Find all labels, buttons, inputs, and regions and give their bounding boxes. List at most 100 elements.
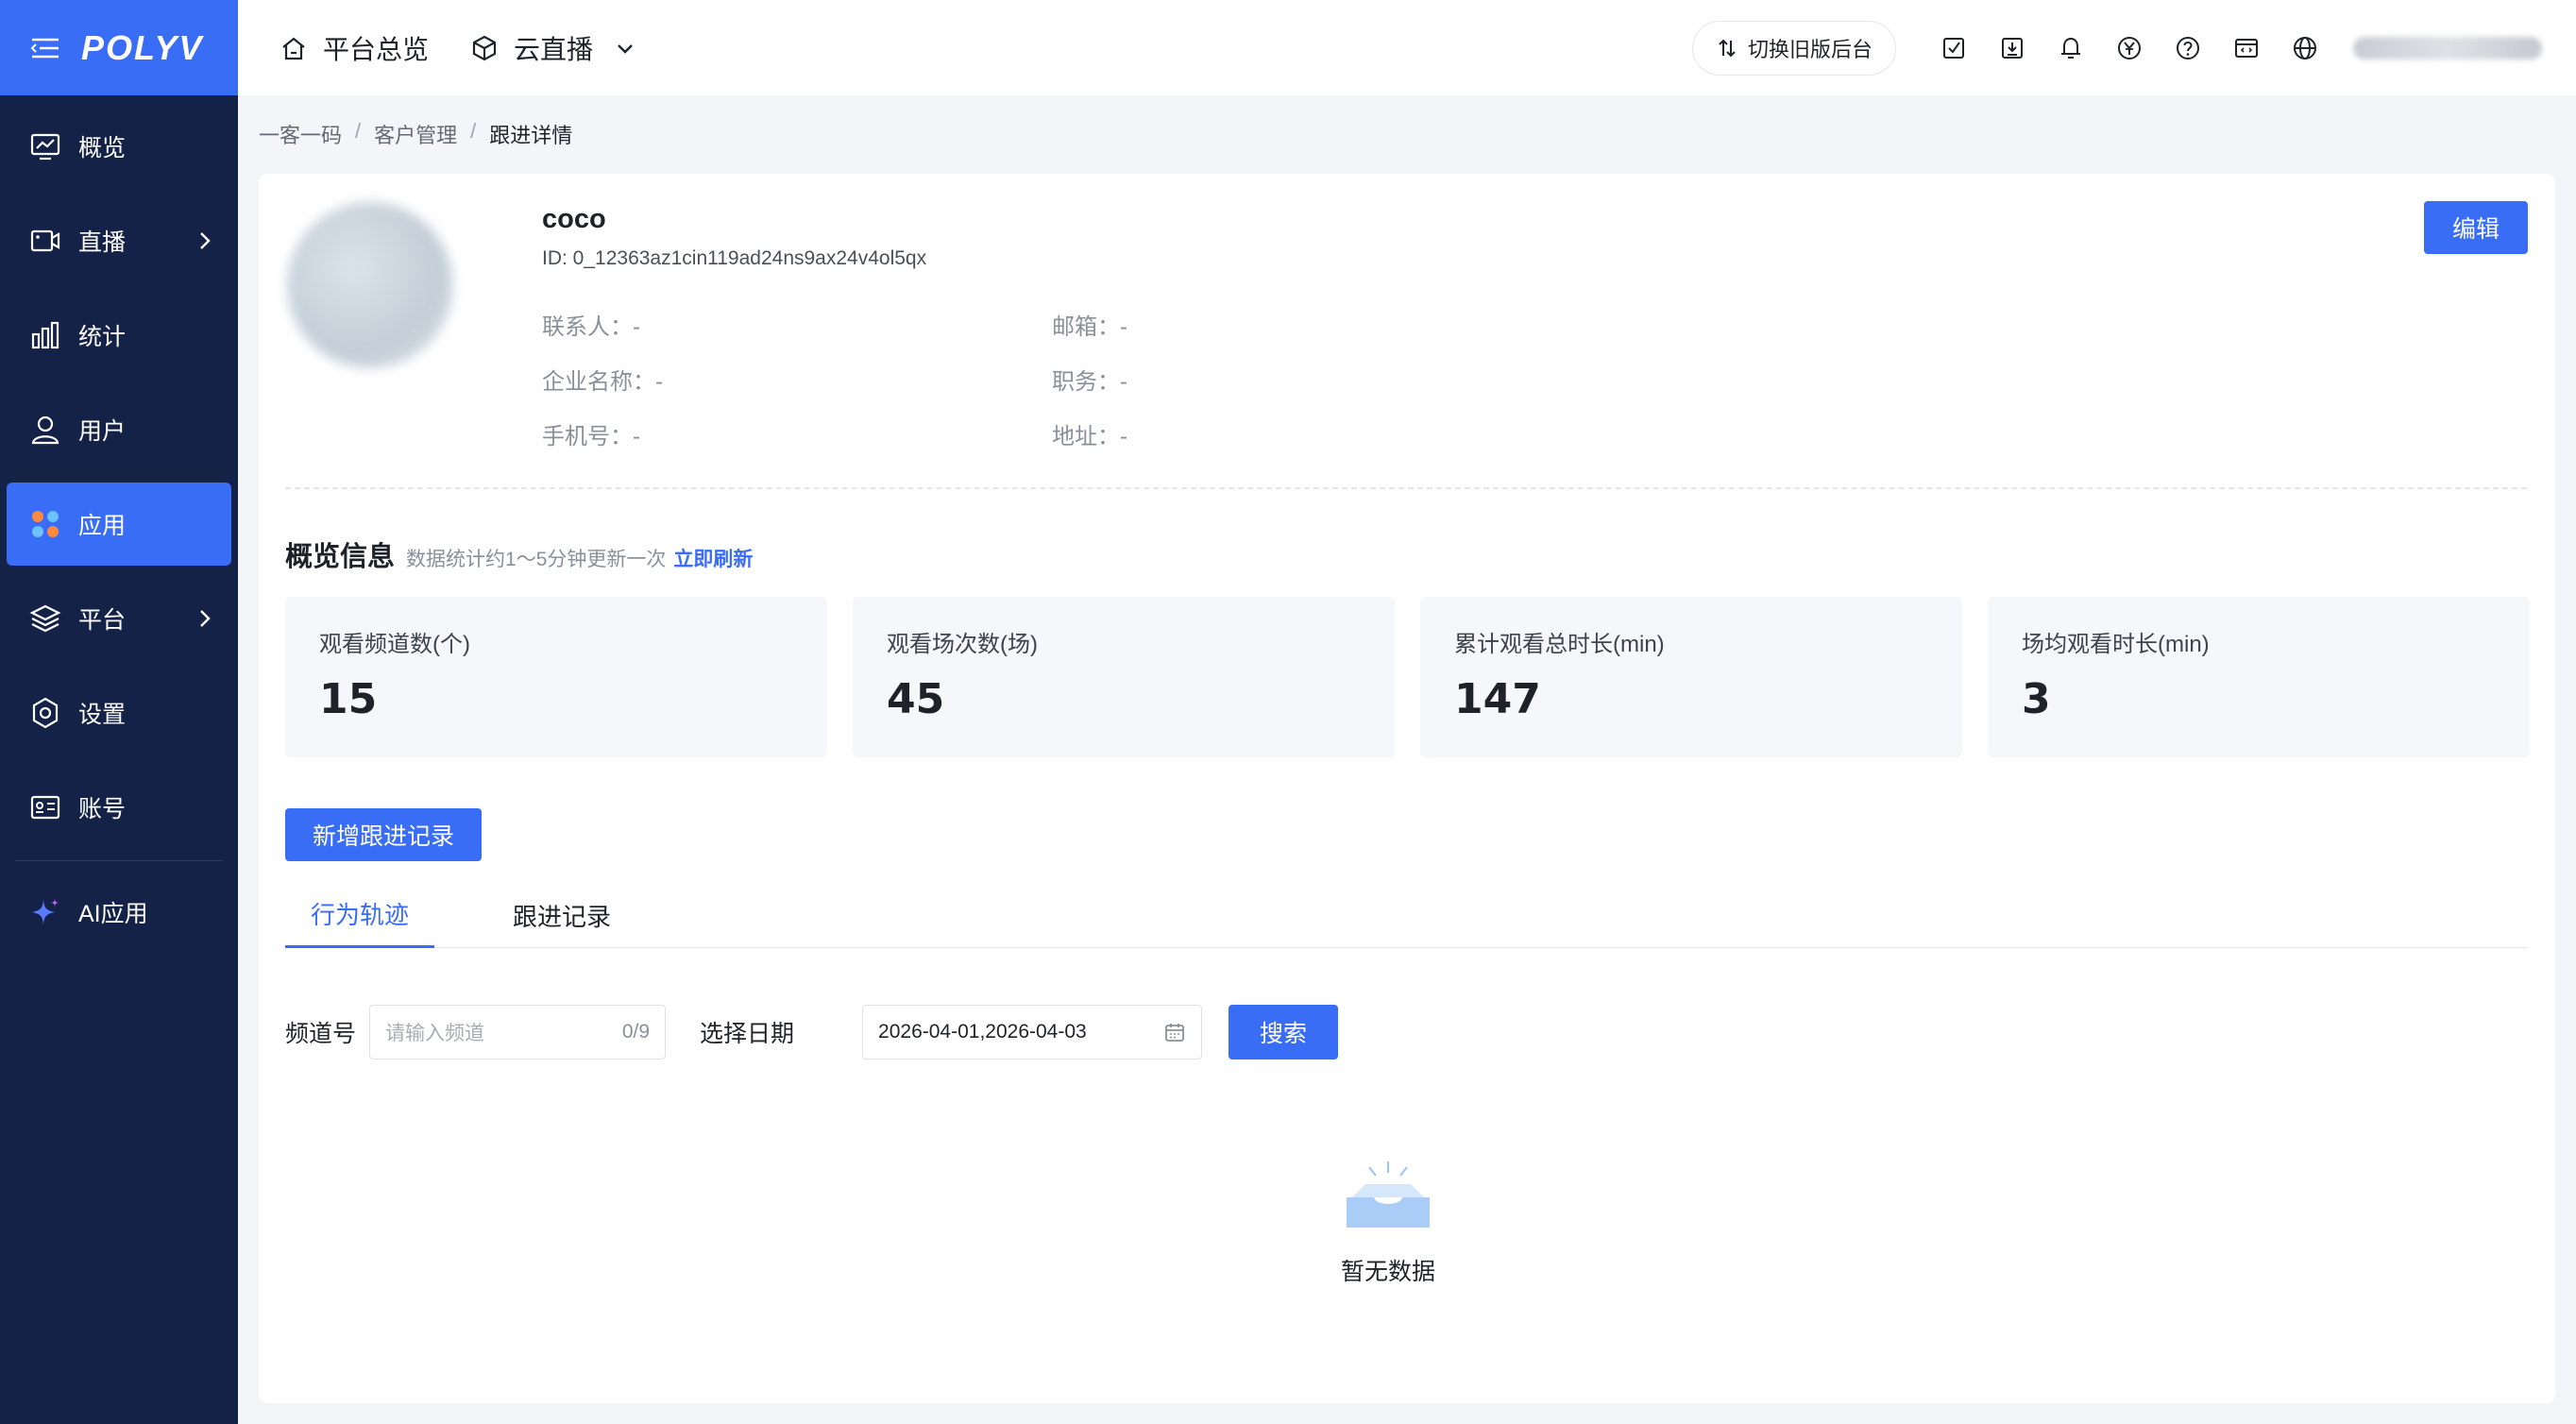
sidebar-item-users[interactable]: 用户 (7, 388, 231, 471)
download-icon[interactable] (1996, 32, 2028, 64)
chevron-right-icon (200, 610, 211, 627)
date-label: 选择日期 (700, 1021, 795, 1047)
tab-follow-up-records[interactable]: 跟进记录 (434, 882, 689, 948)
task-check-icon[interactable] (1938, 32, 1970, 64)
date-range-value: 2026-04-01,2026-04-03 (878, 1021, 1087, 1043)
search-button[interactable]: 搜索 (1229, 1005, 1339, 1060)
address-field: 地址：- (1052, 423, 1127, 449)
sidebar-item-label: 概览 (78, 135, 127, 161)
breadcrumb-current: 跟进详情 (489, 124, 573, 147)
help-icon[interactable] (2172, 32, 2204, 64)
sidebar-item-stats[interactable]: 统计 (7, 294, 231, 377)
switch-legacy-button[interactable]: 切换旧版后台 (1691, 20, 1896, 76)
breadcrumb-item[interactable]: 客户管理 (374, 119, 457, 149)
calendar-icon (1165, 1024, 1184, 1042)
product-label: 云直播 (514, 34, 594, 64)
apps-grid-icon (29, 508, 61, 540)
empty-state: 暂无数据 (1303, 1160, 1473, 1287)
empty-text: 暂无数据 (1340, 1259, 1435, 1285)
stat-card: 观看场次数(场) 45 (853, 597, 1395, 757)
billing-yen-icon[interactable] (2113, 32, 2145, 64)
stat-card: 场均观看时长(min) 3 (1988, 597, 2530, 757)
monitor-chart-icon (29, 130, 61, 162)
sidebar-item-label: AI应用 (78, 901, 148, 927)
sidebar-divider (15, 860, 223, 861)
section-divider (285, 487, 2527, 489)
phone-field: 手机号：- (542, 423, 640, 449)
customer-detail-card: coco ID: 0_12363az1cin119ad24ns9ax24v4ol… (259, 174, 2555, 1403)
top-bar: 平台总览 云直播 切换旧版后台 (238, 0, 2576, 95)
sidebar-item-label: 直播 (78, 229, 127, 256)
refresh-link[interactable]: 立即刷新 (673, 544, 753, 572)
bar-chart-icon (29, 319, 61, 351)
breadcrumb-item[interactable]: 一客一码 (259, 119, 342, 149)
overview-title: 概览信息 (285, 542, 396, 572)
overview-subtitle: 数据统计约1～5分钟更新一次 (406, 549, 667, 570)
sidebar-item-label: 用户 (78, 418, 127, 445)
code-window-icon[interactable] (2230, 32, 2262, 64)
sidebar-item-ai-apps[interactable]: AI应用 (7, 871, 231, 954)
sidebar-item-account[interactable]: 账号 (7, 766, 231, 849)
stat-label: 场均观看时长(min) (2022, 632, 2210, 657)
sidebar-item-overview[interactable]: 概览 (7, 105, 231, 188)
account-menu[interactable] (2353, 36, 2542, 59)
stat-card: 累计观看总时长(min) 147 (1420, 597, 1962, 757)
stat-value: 15 (319, 675, 378, 723)
breadcrumb-separator: / (355, 119, 362, 143)
user-icon (29, 414, 61, 446)
stat-label: 观看场次数(场) (887, 632, 1038, 657)
sidebar-item-live[interactable]: 直播 (7, 199, 231, 282)
customer-info-grid: 联系人：- 邮箱：- 企业名称：- 职务：- 手机号：- 地址：- (542, 297, 1316, 461)
bell-icon[interactable] (2055, 32, 2087, 64)
email-field: 邮箱：- (1052, 314, 1127, 340)
empty-inbox-icon (1347, 1161, 1430, 1228)
filter-bar: 频道号 请输入频道 0/9 选择日期 2026-04-01,2026-04-03… (285, 1005, 1339, 1060)
contact-field: 联系人：- (542, 314, 640, 340)
video-camera-icon (29, 225, 61, 257)
stat-value: 45 (887, 675, 945, 723)
gear-icon (29, 697, 61, 729)
logo-bar: POLYV (0, 0, 238, 95)
menu-toggle-icon[interactable] (28, 34, 62, 62)
sidebar-item-settings[interactable]: 设置 (7, 671, 231, 754)
breadcrumb-separator: / (470, 119, 477, 143)
stat-card: 观看频道数(个) 15 (285, 597, 827, 757)
cube-icon (472, 35, 497, 60)
avatar (287, 202, 453, 368)
globe-icon[interactable] (2289, 32, 2321, 64)
channel-label: 频道号 (285, 1021, 357, 1047)
stat-label: 观看频道数(个) (319, 632, 470, 657)
switch-legacy-label: 切换旧版后台 (1747, 37, 1873, 61)
channel-placeholder: 请输入频道 (385, 1023, 485, 1044)
stats-row: 观看频道数(个) 15 观看场次数(场) 45 累计观看总时长(min) 147… (285, 597, 2530, 757)
sparkle-icon (29, 896, 61, 928)
sidebar-item-label: 设置 (78, 702, 127, 728)
id-card-icon (29, 791, 61, 823)
stat-value: 147 (1454, 675, 1541, 723)
position-field: 职务：- (1052, 368, 1127, 395)
sidebar-item-label: 平台 (78, 607, 127, 634)
add-follow-up-button[interactable]: 新增跟进记录 (285, 808, 482, 861)
edit-button[interactable]: 编辑 (2424, 201, 2528, 254)
sidebar-item-platform[interactable]: 平台 (7, 577, 231, 660)
customer-name: coco (542, 204, 606, 234)
platform-overview-link[interactable]: 平台总览 (280, 29, 429, 67)
sidebar-item-label: 应用 (78, 513, 127, 539)
overview-header: 概览信息 数据统计约1～5分钟更新一次 立即刷新 (285, 534, 753, 574)
customer-id: ID: 0_12363az1cin119ad24ns9ax24v4ol5qx (542, 247, 927, 269)
product-switcher[interactable]: 云直播 (470, 29, 636, 67)
stat-label: 累计观看总时长(min) (1454, 632, 1665, 657)
layers-icon (29, 602, 61, 635)
channel-input[interactable]: 请输入频道 0/9 (369, 1005, 667, 1060)
chevron-right-icon (200, 232, 211, 249)
tab-bar: 行为轨迹 跟进记录 (285, 882, 2527, 948)
company-field: 企业名称：- (542, 368, 663, 395)
sidebar-item-apps[interactable]: 应用 (7, 483, 231, 566)
sidebar-item-label: 账号 (78, 796, 127, 822)
date-range-picker[interactable]: 2026-04-01,2026-04-03 (862, 1005, 1203, 1060)
char-counter: 0/9 (621, 1021, 651, 1043)
breadcrumb: 一客一码 / 客户管理 / 跟进详情 (259, 119, 572, 149)
tab-behavior-track[interactable]: 行为轨迹 (285, 882, 434, 948)
stat-value: 3 (2022, 675, 2051, 723)
sidebar: POLYV 概览 直播 统计 用户 应用 平台 设置 账号 AI应用 (0, 0, 238, 1424)
